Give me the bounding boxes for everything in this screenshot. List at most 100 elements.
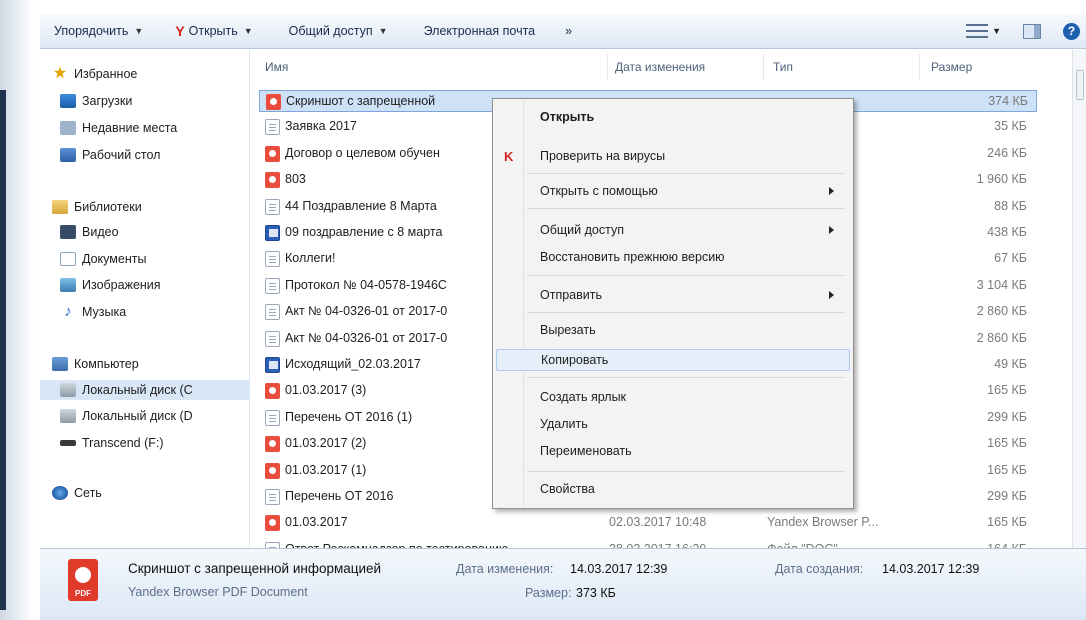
file-size: 246 КБ <box>987 145 1027 160</box>
file-size: 165 КБ <box>987 515 1027 530</box>
nav-label: Загрузки <box>82 94 133 108</box>
file-size: 165 КБ <box>987 462 1027 477</box>
pdf-icon <box>265 515 280 532</box>
menu-item-share[interactable]: Общий доступ <box>496 220 850 242</box>
column-header-date[interactable]: Дата изменения <box>615 50 705 84</box>
menu-item-copy[interactable]: Копировать <box>496 349 850 371</box>
menu-item-rename[interactable]: Переименовать <box>496 441 850 463</box>
column-label: Размер <box>931 60 973 74</box>
details-size-label: Размер: <box>525 586 572 600</box>
details-size-value: 373 КБ <box>576 586 616 600</box>
command-bar: Упорядочить ▼ Y Открыть ▼ Общий доступ ▼ Эл… <box>40 13 1086 49</box>
music-note-icon: ♪ <box>64 303 72 320</box>
file-row[interactable]: Ответ Роскомнадзор по тестированию28.02.… <box>259 539 1037 548</box>
navigation-pane: ★ Избранное Загрузки Недавние места Рабоч… <box>40 50 250 548</box>
menu-item-scan-viruses[interactable]: K Проверить на вирусы <box>496 146 850 168</box>
nav-label: Transcend (F:) <box>82 436 164 450</box>
column-header-size[interactable]: Размер <box>931 50 972 84</box>
menu-label: Отправить <box>540 288 602 302</box>
file-size: 49 КБ <box>994 357 1027 371</box>
open-button[interactable]: Y Открыть ▼ <box>153 13 262 49</box>
pdf-icon <box>265 172 280 189</box>
file-size: 299 КБ <box>987 409 1027 424</box>
change-view-icon[interactable] <box>966 24 989 38</box>
column-label: Дата изменения <box>615 60 706 74</box>
pdf-icon <box>266 94 281 110</box>
nav-video[interactable]: Видео <box>60 222 119 242</box>
details-modified-value: 14.03.2017 12:39 <box>570 562 668 576</box>
nav-documents[interactable]: Документы <box>60 249 146 269</box>
nav-label: Сеть <box>74 486 102 500</box>
nav-music[interactable]: ♪ Музыка <box>60 302 126 322</box>
menu-item-open[interactable]: Открыть <box>496 107 850 129</box>
network-icon <box>52 486 68 500</box>
nav-local-disk-c[interactable]: Локальный диск (C <box>40 380 250 400</box>
file-size: 1 960 КБ <box>976 172 1027 187</box>
menu-label: Копировать <box>541 353 609 367</box>
nav-network[interactable]: Сеть <box>52 483 102 503</box>
nav-label: Видео <box>82 225 119 239</box>
nav-downloads[interactable]: Загрузки <box>60 91 132 111</box>
column-header-name[interactable]: Имя <box>265 50 288 84</box>
file-row[interactable]: 01.03.2017 02.03.2017 10:48 Yandex Browser… <box>259 512 1037 534</box>
local-disk-icon <box>60 383 76 397</box>
preview-pane-icon[interactable] <box>1023 23 1041 39</box>
menu-label: Проверить на вирусы <box>540 149 666 163</box>
column-header-type[interactable]: Тип <box>773 50 793 84</box>
nav-label: Компьютер <box>74 357 139 371</box>
more-commands-button[interactable]: » <box>545 13 582 49</box>
nav-images[interactable]: Изображения <box>60 275 161 295</box>
documents-icon <box>60 252 76 266</box>
computer-icon <box>52 357 68 371</box>
nav-label: Рабочий стол <box>82 148 161 162</box>
file-size: 2 860 КБ <box>976 304 1027 319</box>
nav-desktop[interactable]: Рабочий стол <box>60 145 160 165</box>
video-icon <box>60 225 76 239</box>
menu-item-properties[interactable]: Свойства <box>496 479 850 501</box>
local-disk-icon <box>60 409 76 423</box>
document-icon <box>265 251 280 268</box>
share-button[interactable]: Общий доступ ▼ <box>263 13 398 49</box>
pdf-icon <box>265 383 280 400</box>
menu-item-create-shortcut[interactable]: Создать ярлык <box>496 387 850 409</box>
menu-label: Свойства <box>540 482 595 496</box>
scrollbar-thumb[interactable] <box>1076 70 1084 100</box>
details-file-type: Yandex Browser PDF Document <box>128 585 308 599</box>
usb-drive-icon <box>60 440 76 446</box>
word-icon <box>265 357 280 373</box>
vertical-scrollbar[interactable] <box>1072 50 1086 550</box>
nav-computer[interactable]: Компьютер <box>52 354 139 374</box>
more-label: » <box>565 23 573 38</box>
details-file-name: Скриншот с запрещенной информацией <box>128 561 382 576</box>
nav-recent-places[interactable]: Недавние места <box>60 118 177 138</box>
menu-item-cut[interactable]: Вырезать <box>496 320 850 342</box>
details-modified-label: Дата изменения: <box>456 562 554 576</box>
nav-libraries[interactable]: Библиотеки <box>52 197 142 217</box>
email-button[interactable]: Электронная почта <box>398 13 546 49</box>
explorer-window: Упорядочить ▼ Y Открыть ▼ Общий доступ ▼ Эл… <box>0 0 1086 620</box>
downloads-icon <box>60 94 76 108</box>
file-type: Yandex Browser P... <box>767 515 879 530</box>
document-icon <box>265 304 280 321</box>
chevron-down-icon[interactable]: ▼ <box>992 26 1001 36</box>
menu-item-restore-version[interactable]: Восстановить прежнюю версию <box>496 247 850 269</box>
organize-button[interactable]: Упорядочить ▼ <box>40 13 153 49</box>
file-size: 2 860 КБ <box>976 330 1027 345</box>
pdf-file-icon <box>68 559 98 601</box>
menu-label: Переименовать <box>540 444 632 458</box>
file-name: 01.03.2017 <box>285 515 348 530</box>
nav-label: Документы <box>82 252 147 266</box>
nav-favorites[interactable]: ★ Избранное <box>52 64 138 84</box>
submenu-arrow-icon <box>829 291 834 299</box>
nav-local-disk-d[interactable]: Локальный диск (D <box>60 406 193 426</box>
menu-item-open-with[interactable]: Открыть с помощью <box>496 181 850 203</box>
details-pane: Скриншот с запрещенной информацией Дата … <box>40 548 1086 620</box>
nav-transcend-f[interactable]: Transcend (F:) <box>60 433 164 453</box>
menu-item-delete[interactable]: Удалить <box>496 414 850 436</box>
help-icon[interactable]: ? <box>1063 22 1080 40</box>
details-created-label: Дата создания: <box>775 562 864 576</box>
menu-item-send-to[interactable]: Отправить <box>496 285 850 307</box>
document-icon <box>265 489 280 505</box>
libraries-icon <box>52 200 68 214</box>
word-icon <box>265 225 280 241</box>
